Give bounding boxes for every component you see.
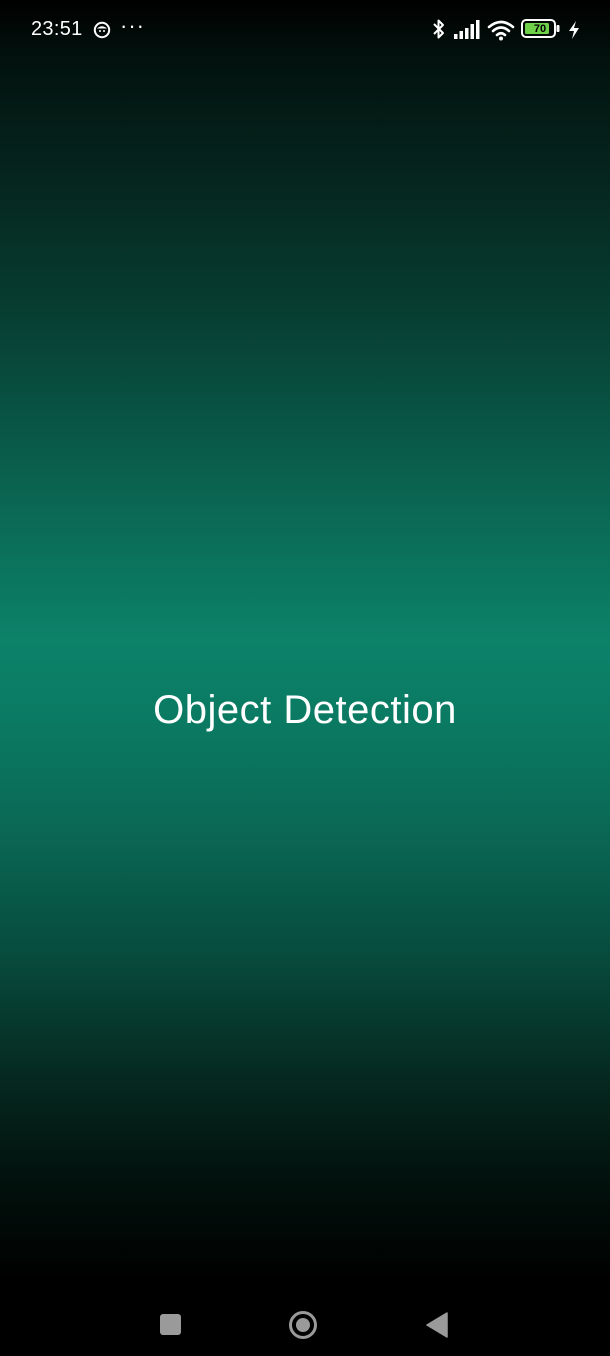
bluetooth-icon <box>433 19 444 39</box>
home-button[interactable] <box>288 1310 318 1340</box>
battery-level: 70 <box>533 23 547 35</box>
wifi-icon <box>487 20 515 41</box>
app-notification-icon <box>93 21 111 39</box>
recents-button[interactable] <box>160 1314 181 1335</box>
back-button[interactable] <box>426 1312 448 1338</box>
splash-screen: 23:51 ··· 70 Object Detection <box>0 0 610 1356</box>
battery-icon: 70 <box>521 19 561 39</box>
page-title: Object Detection <box>153 688 457 732</box>
status-bar: 23:51 ··· 70 <box>0 0 610 62</box>
cellular-signal-icon <box>454 20 480 39</box>
more-notifications-icon: ··· <box>120 13 145 38</box>
navigation-bar <box>0 1280 610 1356</box>
status-icons: 70 <box>432 18 582 42</box>
status-time: 23:51 <box>31 18 83 40</box>
charging-icon <box>569 21 579 39</box>
